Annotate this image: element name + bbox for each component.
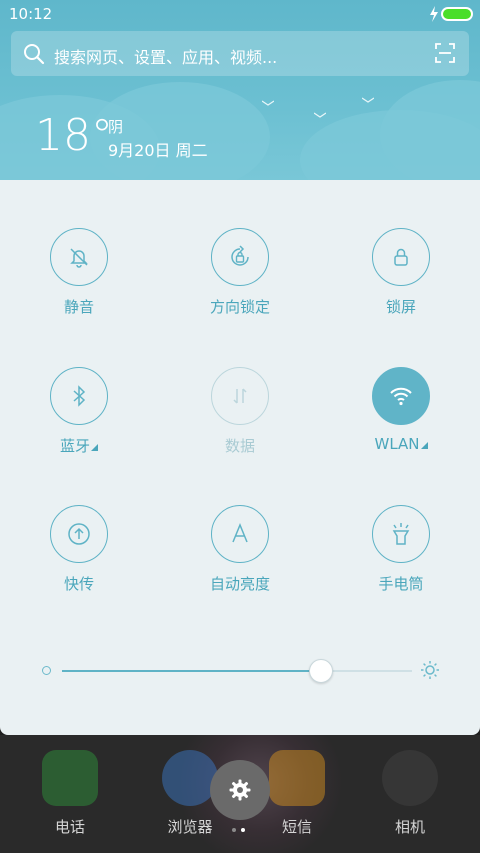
status-bar: 10:12 bbox=[0, 0, 480, 28]
toggle-label: 锁屏 bbox=[385, 298, 416, 316]
toggle-label-text: 蓝牙 bbox=[59, 437, 90, 455]
brightness-thumb[interactable] bbox=[309, 659, 333, 683]
toggle-label: 蓝牙 bbox=[60, 435, 98, 456]
toggle-circle[interactable] bbox=[372, 228, 430, 286]
brightness-fill bbox=[62, 670, 321, 672]
app-phone[interactable]: 电话 bbox=[30, 750, 110, 837]
toggle-label: 数据 bbox=[224, 437, 255, 455]
brightness-low-icon bbox=[42, 666, 51, 675]
more-indicator-icon bbox=[420, 442, 428, 449]
auto-brightness-icon bbox=[232, 523, 248, 543]
toggle-rotation-lock[interactable]: 方向锁定 bbox=[180, 228, 300, 338]
bell-off-icon bbox=[70, 248, 88, 268]
toggle-circle[interactable] bbox=[211, 505, 269, 563]
toggle-label: WLAN bbox=[374, 435, 428, 453]
app-label: 浏览器 bbox=[167, 818, 213, 836]
charging-icon bbox=[430, 6, 438, 22]
page-dot-active bbox=[241, 828, 245, 832]
toggle-label: 快传 bbox=[63, 575, 94, 593]
weather-date: 9月20日 周二 bbox=[108, 141, 208, 160]
toggle-circle[interactable] bbox=[50, 228, 108, 286]
quick-settings-panel: 静音 方向锁定 锁屏 蓝牙 数据 WLAN 快传 自动亮度 手电筒 bbox=[0, 180, 480, 735]
toggle-circle[interactable] bbox=[372, 505, 430, 563]
temperature: 18° bbox=[35, 110, 113, 161]
toggle-label-text: WLAN bbox=[374, 435, 420, 453]
toggle-lock-screen[interactable]: 锁屏 bbox=[341, 228, 461, 338]
toggle-circle[interactable] bbox=[50, 367, 108, 425]
brightness-high-icon bbox=[421, 661, 439, 679]
brightness-slider[interactable] bbox=[42, 655, 442, 685]
wifi-icon bbox=[390, 387, 412, 406]
browser-icon bbox=[162, 750, 218, 806]
toggle-auto-brightness[interactable]: 自动亮度 bbox=[180, 505, 300, 615]
status-time: 10:12 bbox=[9, 5, 53, 23]
scan-icon[interactable] bbox=[435, 43, 455, 63]
page-indicator bbox=[232, 828, 248, 834]
transfer-icon bbox=[68, 523, 90, 545]
rotation-lock-icon bbox=[231, 245, 249, 266]
search-icon bbox=[24, 44, 45, 65]
bird-icon bbox=[314, 112, 326, 118]
toggle-circle[interactable] bbox=[211, 367, 269, 425]
app-label: 电话 bbox=[54, 818, 85, 836]
battery-icon bbox=[441, 7, 473, 21]
bluetooth-icon bbox=[73, 385, 86, 407]
app-camera[interactable]: 相机 bbox=[370, 750, 450, 837]
toggle-circle[interactable] bbox=[50, 505, 108, 563]
brightness-track[interactable] bbox=[62, 659, 412, 683]
toggle-label: 静音 bbox=[63, 298, 94, 316]
flashlight-icon bbox=[392, 523, 410, 545]
search-bar[interactable]: 搜索网页、设置、应用、视频... bbox=[11, 31, 469, 76]
toggle-mobile-data[interactable]: 数据 bbox=[180, 367, 300, 477]
search-placeholder: 搜索网页、设置、应用、视频... bbox=[54, 48, 278, 67]
toggle-flashlight[interactable]: 手电筒 bbox=[341, 505, 461, 615]
toggle-circle[interactable] bbox=[211, 228, 269, 286]
phone-icon bbox=[42, 750, 98, 806]
toggle-label: 方向锁定 bbox=[209, 298, 270, 316]
weather-header: 10:12 搜索网页、设置、应用、视频... 18° 阴 9月20日 周二 bbox=[0, 0, 480, 180]
mobile-data-icon bbox=[233, 388, 247, 404]
bird-icon bbox=[262, 100, 274, 106]
gear-icon bbox=[229, 779, 251, 801]
app-label: 短信 bbox=[281, 818, 312, 836]
toggle-label: 手电筒 bbox=[378, 575, 424, 593]
bird-icon bbox=[362, 97, 374, 103]
toggle-wlan[interactable]: WLAN bbox=[341, 367, 461, 477]
toggle-quick-transfer[interactable]: 快传 bbox=[19, 505, 139, 615]
cloud-decoration bbox=[380, 80, 480, 180]
message-icon bbox=[269, 750, 325, 806]
camera-icon bbox=[382, 750, 438, 806]
settings-button[interactable] bbox=[210, 760, 270, 820]
lock-icon bbox=[394, 248, 408, 266]
toggle-label: 自动亮度 bbox=[209, 575, 270, 593]
toggle-bluetooth[interactable]: 蓝牙 bbox=[19, 367, 139, 477]
page-dot bbox=[232, 828, 236, 832]
weather-condition: 阴 bbox=[108, 118, 124, 136]
toggle-silent[interactable]: 静音 bbox=[19, 228, 139, 338]
more-indicator-icon bbox=[91, 444, 98, 451]
toggle-circle[interactable] bbox=[372, 367, 430, 425]
app-label: 相机 bbox=[394, 818, 425, 836]
